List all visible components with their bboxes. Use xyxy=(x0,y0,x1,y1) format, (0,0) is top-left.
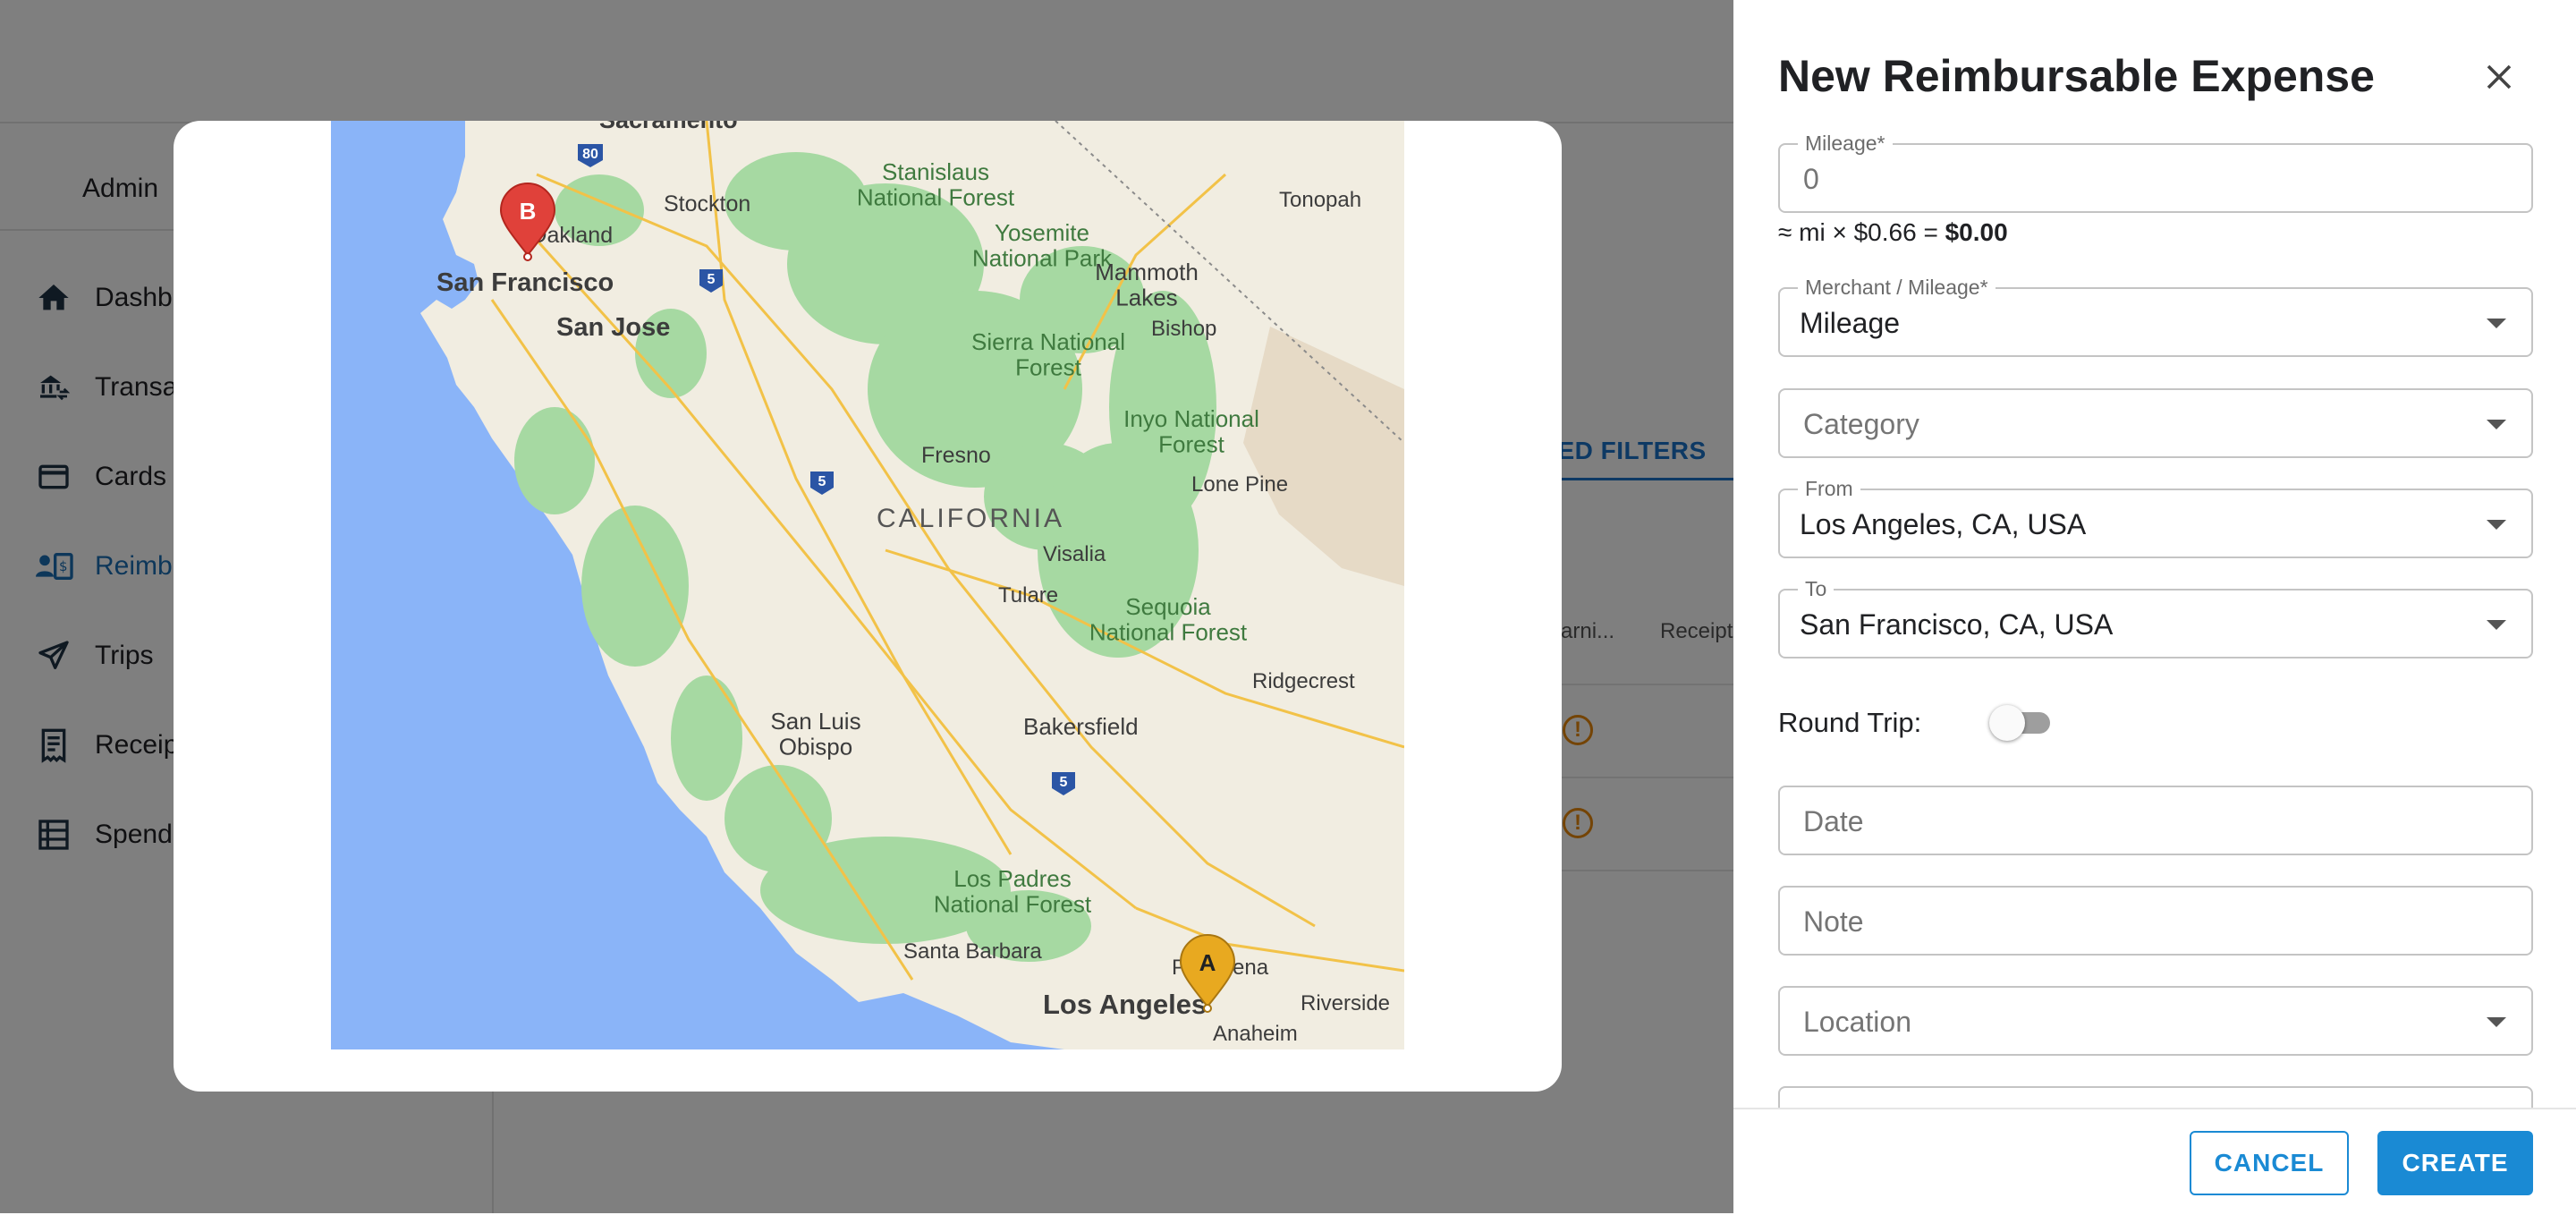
svg-text:San LuisObispo: San Luis Obispo xyxy=(770,708,860,760)
map-label-ridgecrest: Ridgecrest xyxy=(1252,669,1355,693)
note-placeholder: Note xyxy=(1803,905,1864,938)
merchant-value: Mileage xyxy=(1800,307,1901,339)
map-label-santa-barbara: Santa Barbara xyxy=(903,939,1042,964)
close-button[interactable] xyxy=(2478,57,2521,100)
svg-text:5: 5 xyxy=(708,272,716,287)
round-trip-label: Round Trip: xyxy=(1778,707,1922,738)
create-button[interactable]: CREATE xyxy=(2377,1131,2533,1195)
drawer-title: New Reimbursable Expense xyxy=(1778,51,2375,101)
close-icon xyxy=(2483,61,2515,98)
map-label-line: Los Padres xyxy=(953,865,1072,892)
to-location-select[interactable]: To San Francisco, CA, USA xyxy=(1778,577,2533,658)
map-label-line: National Park xyxy=(972,245,1113,272)
map-label-bishop: Bishop xyxy=(1151,317,1216,341)
map-label-los-angeles: Los Angeles xyxy=(1043,989,1207,1020)
route-map-modal: Sacramento Stockton Oakland San Francisc… xyxy=(174,121,1562,1092)
park-label-san-luis-obispo: San Luis Obispo xyxy=(770,708,860,760)
from-location-select[interactable]: From Los Angeles, CA, USA xyxy=(1778,477,2533,558)
mileage-calculation: ≈ mi × $0.66 = $0.00 xyxy=(1778,218,2008,246)
mileage-input[interactable]: Mileage* 0 xyxy=(1778,132,2533,213)
map-label-line: Forest xyxy=(1158,431,1224,458)
map-label-san-francisco: San Francisco xyxy=(436,268,614,297)
marker-letter-b: B xyxy=(520,198,537,225)
marker-letter-a: A xyxy=(1199,949,1216,976)
from-label: From xyxy=(1798,477,1860,501)
chevron-down-icon xyxy=(2487,620,2506,630)
map-label-line: Lakes xyxy=(1115,285,1177,311)
map-label-anaheim: Anaheim xyxy=(1213,1022,1298,1046)
map-label-line: Yosemite xyxy=(995,219,1089,246)
svg-text:80: 80 xyxy=(582,147,598,162)
location-select[interactable]: Location xyxy=(1778,986,2533,1056)
from-value: Los Angeles, CA, USA xyxy=(1800,508,2087,540)
map-label-line: Sequoia xyxy=(1125,593,1211,620)
map-label-line: San Luis xyxy=(770,708,860,735)
category-select[interactable]: Category xyxy=(1778,388,2533,458)
expense-drawer: New Reimbursable Expense Mileage* 0 ≈ mi… xyxy=(1733,0,2576,1215)
note-input[interactable]: Note xyxy=(1778,886,2533,956)
map-label-lone-pine: Lone Pine xyxy=(1191,472,1288,497)
map-label-visalia: Visalia xyxy=(1043,542,1106,566)
round-trip-toggle-knob[interactable] xyxy=(1989,705,2025,741)
drawer-footer: CANCEL CREATE xyxy=(1733,1108,2576,1215)
map-label-line: Obispo xyxy=(779,734,852,760)
map-label-line: Inyo National xyxy=(1123,405,1259,432)
map-label-line: National Forest xyxy=(934,891,1092,918)
mileage-placeholder: 0 xyxy=(1803,163,1819,195)
map-label-line: Stanislaus xyxy=(882,158,989,185)
map-label-line: Forest xyxy=(1015,354,1081,381)
map-label-california: CALIFORNIA xyxy=(877,504,1064,533)
merchant-select[interactable]: Merchant / Mileage* Mileage xyxy=(1778,276,2533,357)
merchant-label: Merchant / Mileage* xyxy=(1798,276,1996,300)
map-label-line: Sierra National xyxy=(971,328,1125,355)
chevron-down-icon xyxy=(2487,520,2506,530)
svg-text:Los PadresNational Forest: Los Padres National Forest xyxy=(934,865,1092,918)
category-placeholder: Category xyxy=(1803,408,1919,440)
date-input[interactable]: Date xyxy=(1778,786,2533,855)
cancel-button[interactable]: CANCEL xyxy=(2190,1131,2349,1195)
map-label-line: Mammoth xyxy=(1095,259,1199,285)
chevron-down-icon xyxy=(2487,420,2506,429)
map-label-line: National Forest xyxy=(857,184,1015,211)
map-label-riverside: Riverside xyxy=(1301,991,1390,1015)
map-label-tulare: Tulare xyxy=(998,583,1058,608)
svg-text:5: 5 xyxy=(1060,775,1068,790)
map-label-line: National Forest xyxy=(1089,619,1248,646)
map-label-tonopah: Tonopah xyxy=(1279,188,1361,212)
date-placeholder: Date xyxy=(1803,805,1864,837)
map-label-sacramento: Sacramento xyxy=(599,121,738,133)
chevron-down-icon xyxy=(2487,319,2506,328)
to-value: San Francisco, CA, USA xyxy=(1800,608,2114,641)
map-label-bakersfield: Bakersfield xyxy=(1023,713,1139,740)
map-label-stockton: Stockton xyxy=(664,191,750,217)
mileage-label: Mileage* xyxy=(1798,132,1893,156)
chevron-down-icon xyxy=(2487,1017,2506,1027)
svg-text:5: 5 xyxy=(818,474,826,489)
location-placeholder: Location xyxy=(1803,1006,1911,1038)
park-label-los-padres: Los Padres National Forest xyxy=(934,865,1092,918)
map-label-fresno: Fresno xyxy=(921,443,991,468)
map-label-san-jose: San Jose xyxy=(556,313,670,342)
to-label: To xyxy=(1798,577,1835,601)
route-map[interactable]: Sacramento Stockton Oakland San Francisc… xyxy=(331,121,1404,1049)
